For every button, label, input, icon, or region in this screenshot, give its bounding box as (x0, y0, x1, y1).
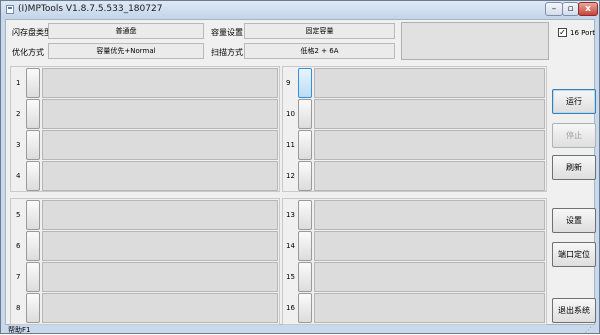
port-6-status (42, 231, 278, 261)
port-slot: 7 (11, 262, 279, 292)
port-7-status (42, 262, 278, 292)
port-slot: 9 (283, 68, 546, 98)
port-16-status (314, 293, 545, 323)
port-slot: 6 (11, 231, 279, 261)
port16-label: 16 Port (570, 28, 596, 37)
check-icon: ✓ (559, 27, 566, 37)
settings-button[interactable]: 设置 (552, 208, 596, 233)
port-12-button[interactable] (298, 161, 312, 191)
port-1-status (42, 68, 278, 98)
optimize-field: 容量优先+Normal (48, 43, 204, 59)
port-number: 16 (286, 304, 295, 312)
port-number: 1 (16, 79, 21, 87)
port-number: 5 (16, 211, 21, 219)
port-number: 14 (286, 242, 295, 250)
minimize-button[interactable]: – (545, 2, 563, 16)
port-3-button[interactable] (26, 130, 40, 160)
port-9-button[interactable] (298, 68, 312, 98)
exit-button[interactable]: 退出系统 (552, 298, 596, 323)
port-9-status (314, 68, 545, 98)
close-button[interactable]: x (578, 2, 598, 16)
port16-checkbox[interactable]: ✓ (558, 28, 567, 37)
port-slot: 10 (283, 99, 546, 129)
scan-label: 扫描方式 (211, 48, 243, 57)
port-14-status (314, 231, 545, 261)
port-14-button[interactable] (298, 231, 312, 261)
capacity-label: 容量设置 (211, 28, 243, 37)
port-13-button[interactable] (298, 200, 312, 230)
port-number: 9 (286, 79, 291, 87)
port-number: 12 (286, 172, 295, 180)
maximize-icon: ▫ (567, 3, 574, 14)
port-slot: 11 (283, 130, 546, 160)
port-group-13-16: 13 14 15 16 (282, 198, 547, 325)
port-number: 3 (16, 141, 21, 149)
port-group-5-8: 5 6 7 8 (10, 198, 280, 325)
port-10-button[interactable] (298, 99, 312, 129)
port-3-status (42, 130, 278, 160)
flash-type-field: 普通盘 (48, 23, 204, 39)
port-16-button[interactable] (298, 293, 312, 323)
window-title: (I)MPTools V1.8.7.5.533_180727 (18, 4, 163, 14)
port-5-button[interactable] (26, 200, 40, 230)
port-12-status (314, 161, 545, 191)
port-number: 2 (16, 110, 21, 118)
stop-button[interactable]: 停止 (552, 123, 596, 148)
port16-option[interactable]: ✓ 16 Port (558, 28, 595, 37)
port-11-status (314, 130, 545, 160)
port-4-status (42, 161, 278, 191)
port-slot: 8 (11, 293, 279, 323)
port-slot: 1 (11, 68, 279, 98)
port-15-button[interactable] (298, 262, 312, 292)
port-slot: 2 (11, 99, 279, 129)
port-slot: 5 (11, 200, 279, 230)
run-button[interactable]: 运行 (552, 89, 596, 114)
minimize-icon: – (551, 3, 557, 14)
port-group-9-12: 9 10 11 12 (282, 66, 547, 192)
close-icon: x (585, 3, 591, 14)
port-slot: 4 (11, 161, 279, 191)
port-group-1-4: 1 2 3 4 (10, 66, 280, 192)
port-slot: 16 (283, 293, 546, 323)
optimize-label: 优化方式 (12, 48, 44, 57)
port-number: 13 (286, 211, 295, 219)
port-number: 10 (286, 110, 295, 118)
port-slot: 12 (283, 161, 546, 191)
port-7-button[interactable] (26, 262, 40, 292)
port-2-status (42, 99, 278, 129)
port-11-button[interactable] (298, 130, 312, 160)
port-13-status (314, 200, 545, 230)
refresh-button[interactable]: 刷新 (552, 155, 596, 180)
main-window: (I)MPTools V1.8.7.5.533_180727 – ▫ x 闪存盘… (0, 0, 600, 334)
port-2-button[interactable] (26, 99, 40, 129)
port-number: 11 (286, 141, 295, 149)
port-number: 7 (16, 273, 21, 281)
flash-type-label: 闪存盘类型 (12, 28, 52, 37)
title-bar[interactable]: (I)MPTools V1.8.7.5.533_180727 – ▫ x (1, 1, 599, 19)
port-number: 15 (286, 273, 295, 281)
port-8-status (42, 293, 278, 323)
port-6-button[interactable] (26, 231, 40, 261)
resize-grip-icon[interactable]: ⋰ (585, 326, 592, 334)
app-icon (6, 5, 14, 14)
port-locate-button[interactable]: 端口定位 (552, 242, 596, 267)
scan-field: 低格2 + 6A (244, 43, 395, 59)
port-15-status (314, 262, 545, 292)
port-slot: 15 (283, 262, 546, 292)
maximize-button[interactable]: ▫ (562, 2, 579, 16)
port-slot: 14 (283, 231, 546, 261)
port-slot: 3 (11, 130, 279, 160)
port-10-status (314, 99, 545, 129)
port-slot: 13 (283, 200, 546, 230)
status-panel (401, 22, 549, 60)
capacity-field: 固定容量 (244, 23, 395, 39)
port-number: 6 (16, 242, 21, 250)
client-area: 闪存盘类型 普通盘 容量设置 固定容量 优化方式 容量优先+Normal 扫描方… (5, 19, 596, 325)
port-number: 4 (16, 172, 21, 180)
port-5-status (42, 200, 278, 230)
port-8-button[interactable] (26, 293, 40, 323)
port-1-button[interactable] (26, 68, 40, 98)
port-number: 8 (16, 304, 21, 312)
port-4-button[interactable] (26, 161, 40, 191)
